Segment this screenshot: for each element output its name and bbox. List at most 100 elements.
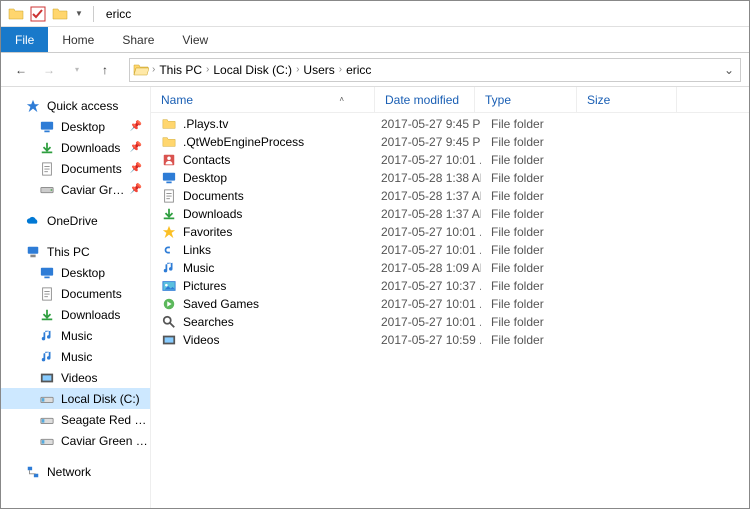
address-bar[interactable]: › This PC › Local Disk (C:) › Users › er… (129, 58, 741, 82)
file-row[interactable]: Favorites 2017-05-27 10:01 ... File fold… (151, 223, 749, 241)
tree-network[interactable]: Network (1, 461, 150, 482)
network-label: Network (47, 465, 91, 479)
tree-qa-item[interactable]: Desktop 📌 (1, 116, 150, 137)
main-content: Quick access Desktop 📌 Downloads 📌 Docum… (1, 87, 749, 508)
tree-item-label: Music (61, 329, 92, 343)
file-date: 2017-05-28 1:37 AM (381, 207, 481, 221)
tree-item-label: Documents (61, 287, 122, 301)
column-date-label: Date modified (385, 93, 459, 107)
address-dropdown-icon[interactable]: ⌄ (718, 63, 740, 77)
desktop-icon (39, 265, 55, 281)
file-row[interactable]: Saved Games 2017-05-27 10:01 ... File fo… (151, 295, 749, 313)
folder-icon (161, 134, 177, 150)
ribbon-tabs: File Home Share View (1, 27, 749, 53)
pictures-icon (161, 278, 177, 294)
column-name[interactable]: Name˄ (151, 87, 375, 112)
qat-folder-icon[interactable] (7, 5, 25, 23)
file-row[interactable]: Music 2017-05-28 1:09 AM File folder (151, 259, 749, 277)
file-rows: .Plays.tv 2017-05-27 9:45 PM File folder… (151, 113, 749, 349)
file-row[interactable]: Videos 2017-05-27 10:59 ... File folder (151, 331, 749, 349)
breadcrumb-localdisk[interactable]: Local Disk (C:) (209, 59, 296, 81)
tree-pc-item[interactable]: Desktop (1, 262, 150, 283)
file-date: 2017-05-27 10:01 ... (381, 225, 481, 239)
tree-pc-item[interactable]: Seagate Red (F:) (1, 409, 150, 430)
file-date: 2017-05-27 10:01 ... (381, 297, 481, 311)
window-title: ericc (106, 7, 131, 21)
address-folder-icon (130, 62, 152, 78)
tree-item-label: Downloads (61, 141, 120, 155)
downloads-icon (161, 206, 177, 222)
tree-onedrive[interactable]: OneDrive (1, 210, 150, 231)
file-name: Favorites (183, 225, 381, 239)
column-type[interactable]: Type (475, 87, 577, 112)
star-icon (25, 98, 41, 114)
tree-item-label: Seagate Red (F:) (61, 413, 150, 427)
file-name: .Plays.tv (183, 117, 381, 131)
tree-quick-access[interactable]: Quick access (1, 95, 150, 116)
downloads-icon (39, 140, 55, 156)
tree-pc-item[interactable]: Downloads (1, 304, 150, 325)
file-date: 2017-05-27 9:45 PM (381, 117, 481, 131)
file-name: Downloads (183, 207, 381, 221)
file-type: File folder (481, 117, 583, 131)
contacts-icon (161, 152, 177, 168)
file-row[interactable]: Contacts 2017-05-27 10:01 ... File folde… (151, 151, 749, 169)
title-bar: ▼ ericc (1, 1, 749, 27)
disk-icon (39, 391, 55, 407)
qat-newfolder-icon[interactable] (51, 5, 69, 23)
file-row[interactable]: Searches 2017-05-27 10:01 ... File folde… (151, 313, 749, 331)
music-icon (161, 260, 177, 276)
file-row[interactable]: Links 2017-05-27 10:01 ... File folder (151, 241, 749, 259)
up-button[interactable]: ↑ (93, 58, 117, 82)
tab-view[interactable]: View (168, 27, 222, 52)
network-icon (25, 464, 41, 480)
file-name: Contacts (183, 153, 381, 167)
documents-icon (39, 161, 55, 177)
breadcrumb-ericc[interactable]: ericc (342, 59, 375, 81)
column-size[interactable]: Size (577, 87, 677, 112)
links-icon (161, 242, 177, 258)
tab-share[interactable]: Share (108, 27, 168, 52)
file-row[interactable]: Downloads 2017-05-28 1:37 AM File folder (151, 205, 749, 223)
back-button[interactable]: ← (9, 58, 33, 82)
recent-dropdown-icon[interactable]: ▾ (65, 58, 89, 82)
tree-pc-item[interactable]: Videos (1, 367, 150, 388)
tab-home[interactable]: Home (48, 27, 108, 52)
breadcrumb-this-pc[interactable]: This PC (155, 59, 206, 81)
videos-icon (161, 332, 177, 348)
tree-qa-item[interactable]: Caviar Green 3TB 📌 (1, 179, 150, 200)
qat-dropdown-icon[interactable]: ▼ (75, 9, 83, 18)
file-date: 2017-05-27 9:45 PM (381, 135, 481, 149)
onedrive-icon (25, 213, 41, 229)
tree-pc-item[interactable]: Documents (1, 283, 150, 304)
tree-pc-item[interactable]: Caviar Green 3TB (G (1, 430, 150, 451)
file-type: File folder (481, 333, 583, 347)
tree-qa-item[interactable]: Downloads 📌 (1, 137, 150, 158)
file-type: File folder (481, 279, 583, 293)
file-name: Videos (183, 333, 381, 347)
file-row[interactable]: .Plays.tv 2017-05-27 9:45 PM File folder (151, 115, 749, 133)
file-type: File folder (481, 297, 583, 311)
tree-item-label: Music (61, 350, 92, 364)
breadcrumb-users[interactable]: Users (299, 59, 338, 81)
qat-properties-icon[interactable] (29, 5, 47, 23)
column-date[interactable]: Date modified (375, 87, 475, 112)
file-row[interactable]: Documents 2017-05-28 1:37 AM File folder (151, 187, 749, 205)
tab-file[interactable]: File (1, 27, 48, 52)
titlebar-divider (93, 6, 94, 22)
tree-this-pc[interactable]: This PC (1, 241, 150, 262)
tree-pc-item[interactable]: Local Disk (C:) (1, 388, 150, 409)
file-row[interactable]: Desktop 2017-05-28 1:38 AM File folder (151, 169, 749, 187)
file-type: File folder (481, 225, 583, 239)
searches-icon (161, 314, 177, 330)
file-row[interactable]: .QtWebEngineProcess 2017-05-27 9:45 PM F… (151, 133, 749, 151)
tree-pc-item[interactable]: Music (1, 346, 150, 367)
file-date: 2017-05-28 1:09 AM (381, 261, 481, 275)
tree-qa-item[interactable]: Documents 📌 (1, 158, 150, 179)
tree-pc-item[interactable]: Music (1, 325, 150, 346)
file-row[interactable]: Pictures 2017-05-27 10:37 ... File folde… (151, 277, 749, 295)
pc-icon (25, 244, 41, 260)
file-date: 2017-05-27 10:01 ... (381, 153, 481, 167)
forward-button[interactable]: → (37, 58, 61, 82)
tree-item-label: Caviar Green 3TB (G (61, 434, 150, 448)
